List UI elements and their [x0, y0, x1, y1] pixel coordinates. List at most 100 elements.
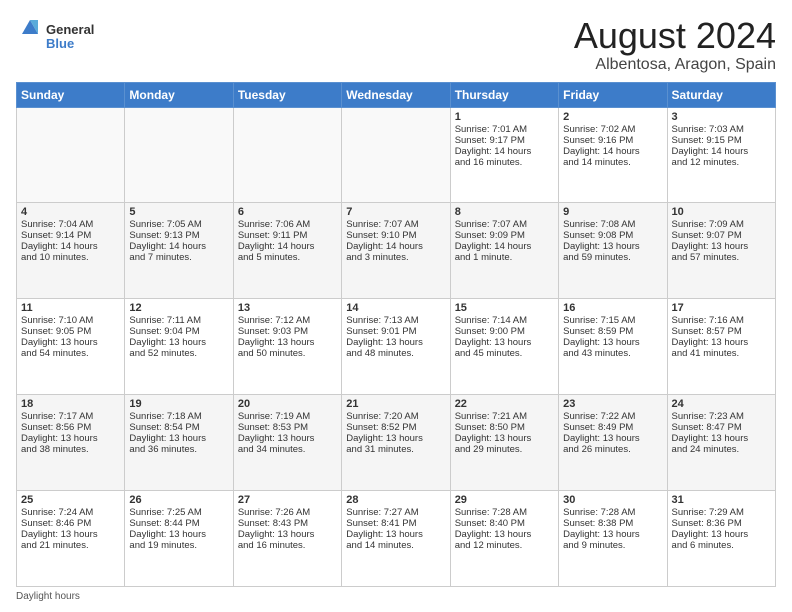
day-number: 31	[672, 494, 771, 506]
day-number: 15	[455, 302, 554, 314]
day-info: Daylight: 14 hours	[129, 241, 228, 252]
calendar-week-row: 1Sunrise: 7:01 AMSunset: 9:17 PMDaylight…	[17, 107, 776, 203]
day-info: Sunrise: 7:01 AM	[455, 124, 554, 135]
calendar-cell: 3Sunrise: 7:03 AMSunset: 9:15 PMDaylight…	[667, 107, 775, 203]
day-info: and 31 minutes.	[346, 444, 445, 455]
day-info: Sunrise: 7:22 AM	[563, 411, 662, 422]
day-info: Daylight: 14 hours	[346, 241, 445, 252]
day-info: Daylight: 13 hours	[563, 337, 662, 348]
calendar-table: SundayMondayTuesdayWednesdayThursdayFrid…	[16, 82, 776, 587]
day-number: 23	[563, 398, 662, 410]
day-info: Daylight: 14 hours	[21, 241, 120, 252]
day-info: Daylight: 13 hours	[346, 337, 445, 348]
day-number: 1	[455, 111, 554, 123]
day-info: Daylight: 14 hours	[455, 146, 554, 157]
day-info: and 3 minutes.	[346, 252, 445, 263]
day-info: Sunrise: 7:27 AM	[346, 507, 445, 518]
day-info: Sunset: 8:53 PM	[238, 422, 337, 433]
day-info: Daylight: 13 hours	[563, 433, 662, 444]
calendar-cell: 4Sunrise: 7:04 AMSunset: 9:14 PMDaylight…	[17, 203, 125, 299]
day-info: Sunrise: 7:12 AM	[238, 315, 337, 326]
calendar-cell: 12Sunrise: 7:11 AMSunset: 9:04 PMDayligh…	[125, 299, 233, 395]
day-info: Sunrise: 7:02 AM	[563, 124, 662, 135]
day-info: Sunrise: 7:24 AM	[21, 507, 120, 518]
day-info: Sunset: 8:52 PM	[346, 422, 445, 433]
day-info: Sunset: 8:36 PM	[672, 518, 771, 529]
day-info: Sunrise: 7:08 AM	[563, 219, 662, 230]
day-info: Daylight: 13 hours	[455, 337, 554, 348]
day-info: Sunset: 8:54 PM	[129, 422, 228, 433]
day-info: Daylight: 13 hours	[672, 433, 771, 444]
calendar-cell: 16Sunrise: 7:15 AMSunset: 8:59 PMDayligh…	[559, 299, 667, 395]
day-info: Daylight: 13 hours	[238, 433, 337, 444]
day-info: and 45 minutes.	[455, 348, 554, 359]
page: General Blue August 2024 Albentosa, Arag…	[0, 0, 792, 612]
calendar-day-header: Wednesday	[342, 82, 450, 107]
calendar-cell: 22Sunrise: 7:21 AMSunset: 8:50 PMDayligh…	[450, 395, 558, 491]
day-info: Sunrise: 7:18 AM	[129, 411, 228, 422]
day-info: Sunset: 9:07 PM	[672, 230, 771, 241]
day-info: Daylight: 13 hours	[455, 529, 554, 540]
day-info: Daylight: 14 hours	[455, 241, 554, 252]
day-info: Daylight: 13 hours	[21, 337, 120, 348]
day-number: 3	[672, 111, 771, 123]
day-number: 2	[563, 111, 662, 123]
day-info: and 24 minutes.	[672, 444, 771, 455]
day-info: and 52 minutes.	[129, 348, 228, 359]
day-info: and 10 minutes.	[21, 252, 120, 263]
day-info: Sunrise: 7:29 AM	[672, 507, 771, 518]
day-number: 13	[238, 302, 337, 314]
day-info: and 1 minute.	[455, 252, 554, 263]
day-info: and 16 minutes.	[455, 157, 554, 168]
day-info: Sunset: 8:40 PM	[455, 518, 554, 529]
day-info: Sunset: 9:14 PM	[21, 230, 120, 241]
calendar-cell	[342, 107, 450, 203]
day-info: and 7 minutes.	[129, 252, 228, 263]
day-info: and 34 minutes.	[238, 444, 337, 455]
day-info: Sunrise: 7:19 AM	[238, 411, 337, 422]
svg-text:Blue: Blue	[46, 36, 74, 51]
day-number: 22	[455, 398, 554, 410]
day-info: Daylight: 13 hours	[563, 529, 662, 540]
day-info: and 9 minutes.	[563, 540, 662, 551]
calendar-cell: 24Sunrise: 7:23 AMSunset: 8:47 PMDayligh…	[667, 395, 775, 491]
day-info: Sunrise: 7:14 AM	[455, 315, 554, 326]
calendar-cell: 7Sunrise: 7:07 AMSunset: 9:10 PMDaylight…	[342, 203, 450, 299]
day-info: Sunrise: 7:23 AM	[672, 411, 771, 422]
day-info: Daylight: 13 hours	[346, 433, 445, 444]
day-number: 10	[672, 206, 771, 218]
calendar-cell: 2Sunrise: 7:02 AMSunset: 9:16 PMDaylight…	[559, 107, 667, 203]
day-info: Sunset: 9:11 PM	[238, 230, 337, 241]
calendar-week-row: 25Sunrise: 7:24 AMSunset: 8:46 PMDayligh…	[17, 491, 776, 587]
day-number: 27	[238, 494, 337, 506]
day-info: Daylight: 13 hours	[21, 529, 120, 540]
day-info: Daylight: 13 hours	[129, 529, 228, 540]
day-number: 25	[21, 494, 120, 506]
day-info: Daylight: 14 hours	[672, 146, 771, 157]
calendar-day-header: Saturday	[667, 82, 775, 107]
calendar-cell: 21Sunrise: 7:20 AMSunset: 8:52 PMDayligh…	[342, 395, 450, 491]
day-info: and 59 minutes.	[563, 252, 662, 263]
footer: Daylight hours	[16, 591, 776, 602]
day-info: Daylight: 14 hours	[563, 146, 662, 157]
calendar-cell: 5Sunrise: 7:05 AMSunset: 9:13 PMDaylight…	[125, 203, 233, 299]
day-info: Sunrise: 7:05 AM	[129, 219, 228, 230]
day-info: and 36 minutes.	[129, 444, 228, 455]
calendar-cell: 8Sunrise: 7:07 AMSunset: 9:09 PMDaylight…	[450, 203, 558, 299]
day-info: Sunset: 8:56 PM	[21, 422, 120, 433]
day-info: Sunset: 9:05 PM	[21, 326, 120, 337]
calendar-cell: 17Sunrise: 7:16 AMSunset: 8:57 PMDayligh…	[667, 299, 775, 395]
day-info: Sunrise: 7:04 AM	[21, 219, 120, 230]
calendar-cell: 20Sunrise: 7:19 AMSunset: 8:53 PMDayligh…	[233, 395, 341, 491]
calendar-day-header: Tuesday	[233, 82, 341, 107]
day-info: Sunset: 8:57 PM	[672, 326, 771, 337]
day-number: 28	[346, 494, 445, 506]
title-block: August 2024 Albentosa, Aragon, Spain	[574, 16, 776, 74]
day-info: Sunrise: 7:28 AM	[563, 507, 662, 518]
calendar-cell: 11Sunrise: 7:10 AMSunset: 9:05 PMDayligh…	[17, 299, 125, 395]
calendar-day-header: Thursday	[450, 82, 558, 107]
day-info: Sunset: 9:00 PM	[455, 326, 554, 337]
day-info: and 48 minutes.	[346, 348, 445, 359]
day-number: 8	[455, 206, 554, 218]
day-info: and 6 minutes.	[672, 540, 771, 551]
